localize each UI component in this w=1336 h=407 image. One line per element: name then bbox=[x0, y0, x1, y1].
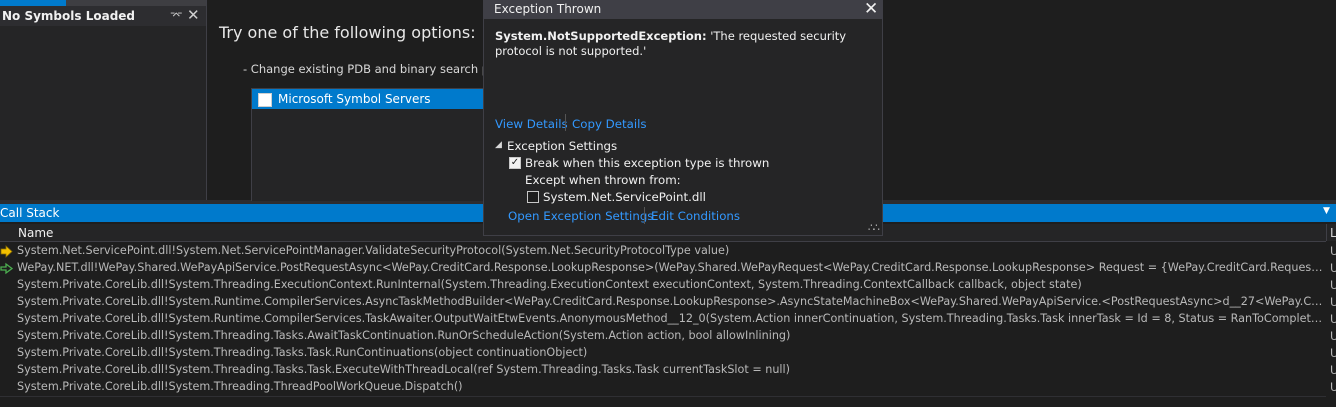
call-stack-row[interactable]: System.Private.CoreLib.dll!System.Runtim… bbox=[0, 311, 1326, 329]
frame-name: System.Private.CoreLib.dll!System.Thread… bbox=[17, 363, 791, 376]
frame-name: WePay.NET.dll!WePay.Shared.WePayApiServi… bbox=[17, 261, 1325, 274]
link-separator bbox=[644, 207, 645, 224]
call-stack-row[interactable]: System.Net.ServicePoint.dll!System.Net.S… bbox=[0, 243, 1326, 261]
exception-type: System.NotSupportedException: bbox=[495, 29, 707, 43]
call-stack-row[interactable]: System.Private.CoreLib.dll!System.Thread… bbox=[0, 277, 1326, 295]
call-stack-row[interactable]: System.Private.CoreLib.dll!System.Thread… bbox=[0, 345, 1326, 363]
exception-message: System.NotSupportedException: 'The reque… bbox=[495, 29, 875, 59]
language-column-label: L bbox=[1330, 226, 1336, 240]
module-exclusion-checkbox[interactable] bbox=[527, 191, 539, 203]
frame-language: U bbox=[1330, 295, 1336, 309]
pin-icon[interactable]: ⌤ bbox=[170, 9, 183, 22]
frame-language: U bbox=[1330, 346, 1336, 360]
call-return-arrow-icon bbox=[0, 262, 13, 275]
edit-conditions-link[interactable]: Edit Conditions bbox=[651, 209, 740, 223]
name-column-label: Name bbox=[18, 226, 54, 240]
call-stack-row[interactable]: System.Private.CoreLib.dll!System.Runtim… bbox=[0, 294, 1326, 312]
change-search-path-option: - Change existing PDB and binary search … bbox=[243, 62, 508, 76]
close-icon[interactable]: ✕ bbox=[864, 0, 878, 19]
current-frame-arrow-icon bbox=[0, 245, 13, 258]
frame-language: U bbox=[1330, 244, 1336, 258]
call-stack-title: Call Stack bbox=[0, 206, 60, 220]
except-when-thrown-label: Except when thrown from: bbox=[525, 173, 681, 187]
break-when-thrown-checkbox[interactable]: ✓ bbox=[509, 157, 521, 169]
symbol-server-checkbox[interactable] bbox=[258, 93, 272, 107]
frame-language: U bbox=[1330, 363, 1336, 377]
frame-name: System.Private.CoreLib.dll!System.Thread… bbox=[17, 329, 791, 342]
exception-settings-heading[interactable]: Exception Settings bbox=[507, 139, 617, 153]
collapse-triangle-icon[interactable]: ◢ bbox=[495, 140, 502, 150]
link-separator bbox=[565, 114, 566, 131]
call-stack-row[interactable]: System.Private.CoreLib.dll!System.Thread… bbox=[0, 362, 1326, 380]
call-stack-row[interactable]: System.Private.CoreLib.dll!System.Thread… bbox=[0, 328, 1326, 346]
open-exception-settings-link[interactable]: Open Exception Settings bbox=[508, 209, 653, 223]
resize-grip-icon[interactable]: ∴∴ bbox=[868, 221, 880, 234]
panel-title: No Symbols Loaded bbox=[2, 9, 136, 23]
copy-details-link[interactable]: Copy Details bbox=[572, 117, 647, 131]
call-stack-row[interactable]: WePay.NET.dll!WePay.Shared.WePayApiServi… bbox=[0, 260, 1326, 278]
frame-language: U bbox=[1330, 312, 1336, 326]
symbol-server-label: Microsoft Symbol Servers bbox=[278, 92, 431, 106]
frame-name: System.Private.CoreLib.dll!System.Thread… bbox=[17, 346, 588, 359]
frame-name: System.Private.CoreLib.dll!System.Thread… bbox=[17, 380, 463, 393]
frame-name: System.Private.CoreLib.dll!System.Thread… bbox=[17, 278, 1082, 291]
frame-language: U bbox=[1330, 329, 1336, 343]
frame-name: System.Private.CoreLib.dll!System.Runtim… bbox=[17, 312, 1325, 325]
frame-language: U bbox=[1330, 261, 1336, 275]
break-when-thrown-label[interactable]: Break when this exception type is thrown bbox=[525, 156, 769, 170]
chevron-down-icon[interactable]: ▼ bbox=[1323, 206, 1330, 216]
close-icon[interactable]: ✕ bbox=[187, 6, 200, 24]
frame-language: U bbox=[1330, 380, 1336, 394]
call-stack-row[interactable]: System.Private.CoreLib.dll!System.Thread… bbox=[0, 379, 1326, 397]
frame-name: System.Net.ServicePoint.dll!System.Net.S… bbox=[17, 244, 730, 257]
frame-language: U bbox=[1330, 278, 1336, 292]
module-exclusion-label[interactable]: System.Net.ServicePoint.dll bbox=[543, 190, 706, 204]
view-details-link[interactable]: View Details bbox=[495, 117, 568, 131]
exception-title: Exception Thrown bbox=[494, 2, 602, 16]
options-heading: Try one of the following options: bbox=[219, 23, 476, 42]
frame-name: System.Private.CoreLib.dll!System.Runtim… bbox=[17, 295, 1325, 308]
no-symbols-panel bbox=[0, 0, 207, 200]
